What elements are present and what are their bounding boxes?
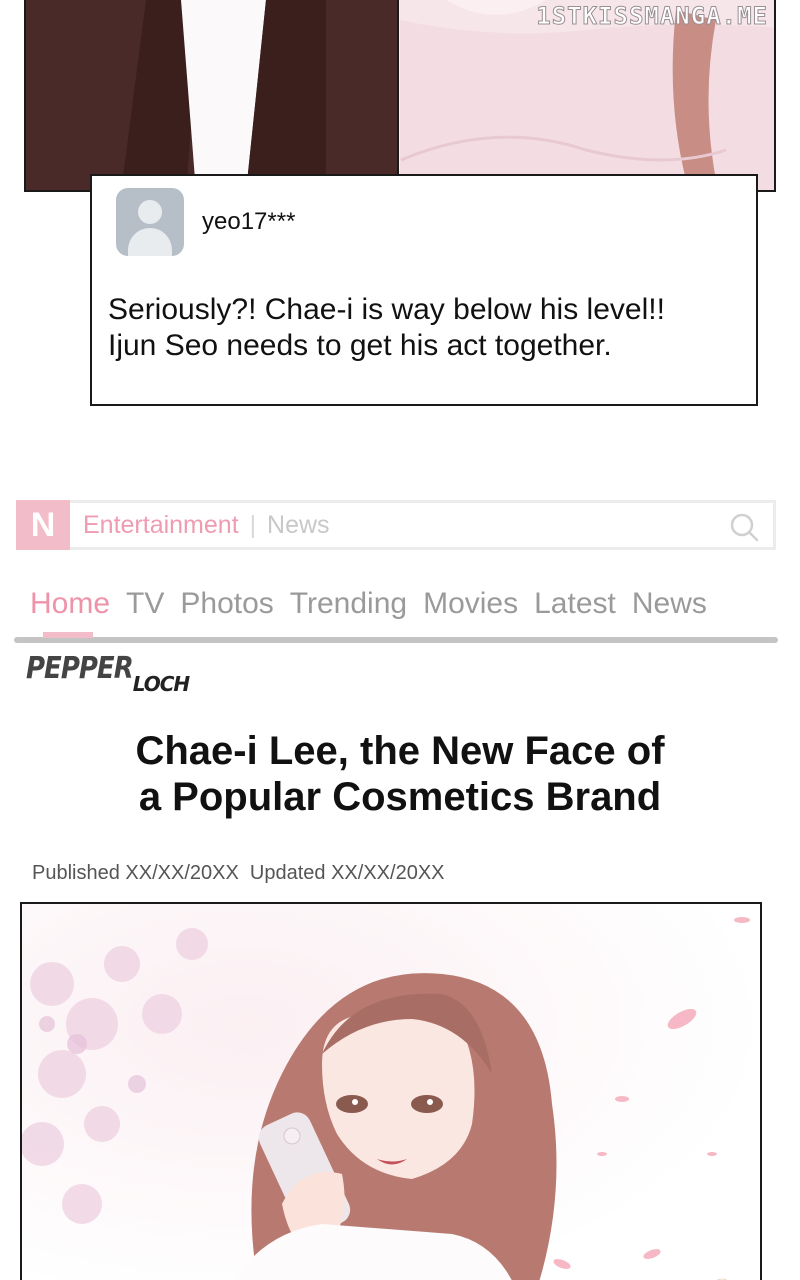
tab-trending[interactable]: Trending [290,584,407,628]
tab-movies[interactable]: Movies [423,584,518,628]
avatar-body-icon [128,228,172,256]
tab-news[interactable]: News [632,584,707,628]
headline-line: a Popular Cosmetics Brand [138,775,662,819]
manga-panel-top: 1STKISSMANGA.ME [24,0,776,192]
tab-latest[interactable]: Latest [534,584,616,628]
comment-text-line: Seriously?! Chae-i is way below his leve… [108,293,665,326]
comment-text: Seriously?! Chae-i is way below his leve… [108,292,748,364]
article-headline: Chae-i Lee, the New Face of a Popular Co… [0,728,800,820]
nav-divider [14,637,778,643]
search-icon[interactable] [729,512,759,542]
news-search-bar[interactable]: N Entertainment | News [16,500,776,550]
publisher-logo-part1: PEPPER [26,651,134,687]
headline-line: Chae-i Lee, the New Face of [135,729,665,773]
tab-photos[interactable]: Photos [180,584,273,628]
updated-date: Updated XX/XX/20XX [249,862,445,884]
site-title: Entertainment | News [83,511,330,540]
news-logo[interactable]: N [16,500,70,550]
article-meta: Published XX/XX/20XX Updated XX/XX/20XX [32,862,445,885]
published-date: Published XX/XX/20XX [32,862,239,884]
watermark: 1STKISSMANGA.ME [536,2,768,31]
site-section: News [267,511,330,539]
active-tab-indicator [43,632,93,638]
site-name: Entertainment [83,511,239,539]
publisher-logo: PEPPERLOCH [26,651,190,696]
comment-username: yeo17*** [202,208,296,235]
site-separator: | [249,511,257,539]
nav-tabs: Home TV Photos Trending Movies Latest Ne… [30,584,707,628]
comment-text-line: Ijun Seo needs to get his act together. [108,329,612,362]
avatar-head-icon [138,200,162,224]
article-cover-image [20,902,762,1280]
avatar [116,188,184,256]
publisher-logo-part2: LOCH [132,672,190,696]
tab-tv[interactable]: TV [126,584,164,628]
tab-home[interactable]: Home [30,584,110,628]
cover-illustration [22,904,760,1280]
comment-card: yeo17*** Seriously?! Chae-i is way below… [90,174,758,406]
